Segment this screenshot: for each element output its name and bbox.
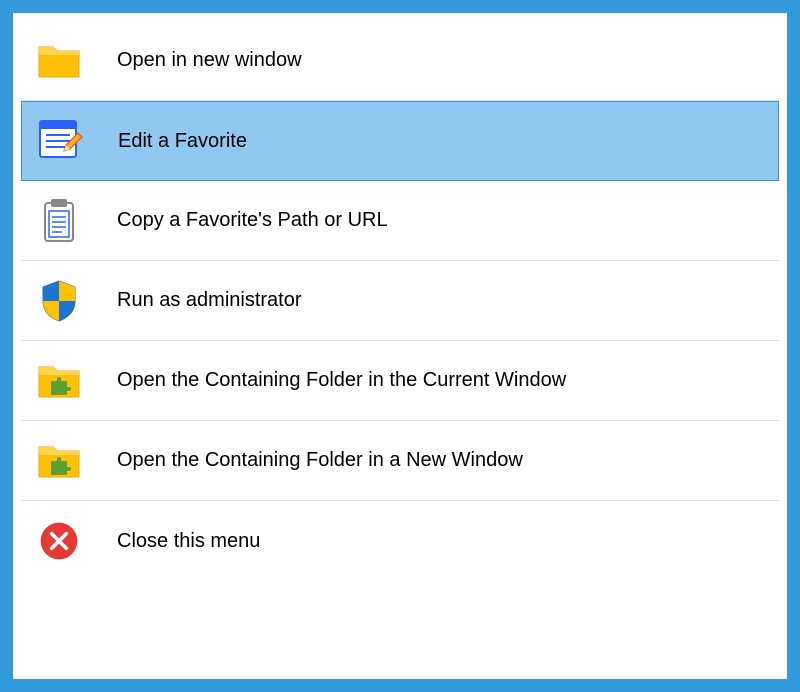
menu-item-label: Open the Containing Folder in a New Wind… — [117, 449, 523, 472]
close-circle-icon — [31, 513, 87, 569]
menu-item-run-admin[interactable]: Run as administrator — [21, 261, 779, 341]
menu-item-label: Copy a Favorite's Path or URL — [117, 209, 388, 232]
folder-puzzle-icon — [31, 433, 87, 489]
folder-puzzle-icon — [31, 353, 87, 409]
menu-item-edit-favorite[interactable]: Edit a Favorite — [21, 101, 779, 181]
menu-item-label: Edit a Favorite — [118, 130, 247, 153]
menu-item-label: Open in new window — [117, 49, 302, 72]
folder-icon — [31, 33, 87, 89]
menu-item-copy-path[interactable]: Copy a Favorite's Path or URL — [21, 181, 779, 261]
watermark: LO4D.com — [704, 657, 778, 674]
menu-item-label: Open the Containing Folder in the Curren… — [117, 369, 566, 392]
menu-item-open-containing-new[interactable]: Open the Containing Folder in a New Wind… — [21, 421, 779, 501]
edit-list-icon — [32, 113, 88, 169]
shield-icon — [31, 273, 87, 329]
menu-item-open-new-window[interactable]: Open in new window — [21, 21, 779, 101]
menu-item-open-containing-current[interactable]: Open the Containing Folder in the Curren… — [21, 341, 779, 421]
context-menu: Open in new window Edit a Favorite — [13, 13, 787, 679]
menu-item-close-menu[interactable]: Close this menu — [21, 501, 779, 581]
menu-item-label: Run as administrator — [117, 289, 302, 312]
menu-item-label: Close this menu — [117, 530, 260, 553]
clipboard-icon — [31, 193, 87, 249]
